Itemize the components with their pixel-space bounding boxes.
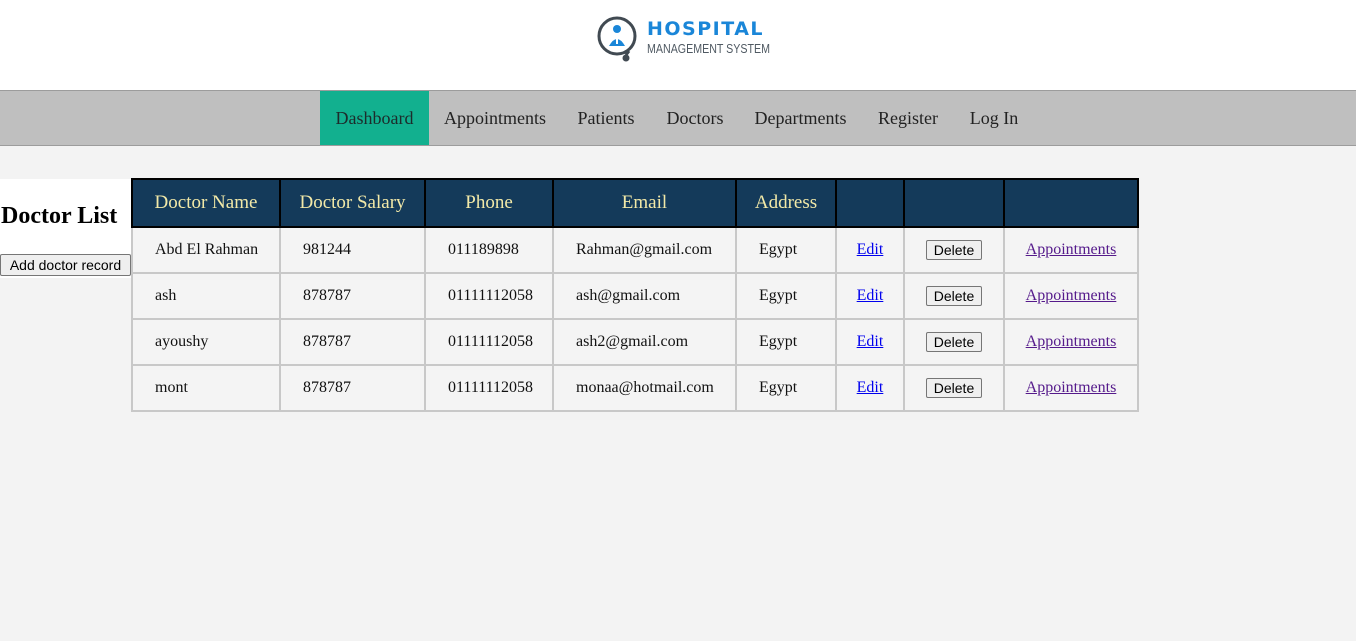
cell-doctor-salary: 878787 [279, 318, 426, 366]
cell-delete: Delete [903, 318, 1005, 366]
cell-appointments: Appointments [1003, 364, 1139, 412]
appointments-link[interactable]: Appointments [1026, 379, 1117, 396]
cell-appointments: Appointments [1003, 272, 1139, 320]
add-doctor-button[interactable]: Add doctor record [0, 254, 131, 276]
cell-edit: Edit [835, 318, 905, 366]
header-phone: Phone [424, 178, 554, 228]
cell-edit: Edit [835, 272, 905, 320]
main-nav: Dashboard Appointments Patients Doctors … [0, 90, 1356, 146]
cell-address: Egypt [735, 272, 837, 320]
cell-delete: Delete [903, 226, 1005, 274]
cell-appointments: Appointments [1003, 226, 1139, 274]
appointments-link[interactable]: Appointments [1026, 241, 1117, 258]
table-row: Abd El Rahman 981244 011189898 Rahman@gm… [131, 226, 1139, 274]
hospital-logo[interactable]: HOSPITAL MANAGEMENT SYSTEM [595, 14, 770, 64]
nav-item-doctors[interactable]: Doctors [659, 91, 731, 145]
cell-delete: Delete [903, 364, 1005, 412]
cell-phone: 011189898 [424, 226, 554, 274]
doctor-table: Doctor Name Doctor Salary Phone Email Ad… [131, 178, 1139, 412]
cell-phone: 01111112058 [424, 272, 554, 320]
nav-item-register[interactable]: Register [870, 91, 946, 145]
nav-item-patients[interactable]: Patients [570, 91, 642, 145]
cell-phone: 01111112058 [424, 364, 554, 412]
table-header-row: Doctor Name Doctor Salary Phone Email Ad… [131, 178, 1139, 228]
edit-link[interactable]: Edit [857, 379, 884, 396]
cell-email: ash@gmail.com [552, 272, 737, 320]
cell-edit: Edit [835, 364, 905, 412]
cell-doctor-name: Abd El Rahman [131, 226, 281, 274]
delete-button[interactable]: Delete [925, 332, 983, 352]
header-doctor-salary: Doctor Salary [279, 178, 426, 228]
header-edit [835, 178, 905, 228]
header-doctor-name: Doctor Name [131, 178, 281, 228]
edit-link[interactable]: Edit [857, 333, 884, 350]
brand-title: HOSPITAL [647, 18, 765, 40]
nav-item-dashboard[interactable]: Dashboard [320, 91, 429, 145]
header-address: Address [735, 178, 837, 228]
nav-item-login[interactable]: Log In [962, 91, 1026, 145]
edit-link[interactable]: Edit [857, 241, 884, 258]
cell-address: Egypt [735, 318, 837, 366]
brand-subtitle: MANAGEMENT SYSTEM [647, 41, 771, 56]
cell-appointments: Appointments [1003, 318, 1139, 366]
cell-doctor-salary: 981244 [279, 226, 426, 274]
header: HOSPITAL MANAGEMENT SYSTEM [0, 0, 1356, 90]
delete-button[interactable]: Delete [925, 240, 983, 260]
edit-link[interactable]: Edit [857, 287, 884, 304]
cell-doctor-name: mont [131, 364, 281, 412]
cell-phone: 01111112058 [424, 318, 554, 366]
delete-button[interactable]: Delete [925, 378, 983, 398]
table-row: ayoushy 878787 01111112058 ash2@gmail.co… [131, 318, 1139, 366]
stethoscope-icon [597, 16, 637, 62]
delete-button[interactable]: Delete [925, 286, 983, 306]
side-panel: Doctor List Add doctor record [0, 179, 131, 278]
table-row: mont 878787 01111112058 monaa@hotmail.co… [131, 364, 1139, 412]
cell-email: Rahman@gmail.com [552, 226, 737, 274]
cell-email: ash2@gmail.com [552, 318, 737, 366]
cell-delete: Delete [903, 272, 1005, 320]
appointments-link[interactable]: Appointments [1026, 333, 1117, 350]
cell-edit: Edit [835, 226, 905, 274]
cell-email: monaa@hotmail.com [552, 364, 737, 412]
page-title: Doctor List [1, 203, 118, 229]
cell-doctor-salary: 878787 [279, 364, 426, 412]
header-appointments [1003, 178, 1139, 228]
cell-doctor-name: ayoushy [131, 318, 281, 366]
cell-address: Egypt [735, 226, 837, 274]
header-delete [903, 178, 1005, 228]
appointments-link[interactable]: Appointments [1026, 287, 1117, 304]
nav-item-appointments[interactable]: Appointments [437, 91, 553, 145]
cell-address: Egypt [735, 364, 837, 412]
cell-doctor-name: ash [131, 272, 281, 320]
header-email: Email [552, 178, 737, 228]
cell-doctor-salary: 878787 [279, 272, 426, 320]
nav-item-departments[interactable]: Departments [748, 91, 853, 145]
table-row: ash 878787 01111112058 ash@gmail.com Egy… [131, 272, 1139, 320]
